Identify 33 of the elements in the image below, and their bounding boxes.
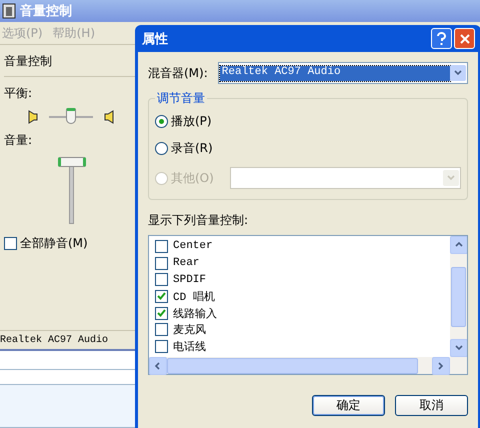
window-title: 音量控制 [20, 2, 72, 20]
radio-option[interactable]: 录音(R) [155, 140, 213, 157]
horizontal-scrollbar[interactable] [149, 357, 467, 374]
control-checkbox[interactable]: SPDIF [155, 271, 444, 288]
chevron-up-icon [455, 241, 463, 249]
chevron-left-icon [154, 362, 162, 370]
speaker-icon [27, 110, 38, 124]
speaker-icon [104, 110, 115, 124]
volume-label: 音量: [4, 132, 34, 149]
help-icon [437, 32, 446, 45]
cancel-button[interactable]: 取消 [395, 395, 468, 416]
control-checkbox[interactable]: CD 唱机 [155, 288, 444, 305]
list-label: 显示下列音量控制: [148, 212, 250, 229]
balance-label: 平衡: [4, 85, 34, 102]
close-icon [460, 34, 470, 44]
radio-option[interactable]: 播放(P) [155, 113, 212, 130]
control-checkbox[interactable]: 线路输入 [155, 304, 444, 322]
close-button[interactable] [454, 28, 475, 49]
chevron-down-icon [455, 344, 463, 352]
group-title: 调节音量 [156, 90, 206, 107]
chevron-right-icon [437, 362, 445, 370]
dialog-title: 属性 [142, 30, 168, 48]
control-checkbox[interactable]: Center [155, 238, 444, 255]
chevron-down-icon [447, 174, 455, 182]
mute-checkbox[interactable]: 全部静音(M) [4, 235, 138, 252]
control-checkbox[interactable]: Rear [155, 254, 444, 272]
mixer-dropdown[interactable]: Realtek AC97 Audio [218, 62, 468, 84]
ok-button[interactable]: 确定 [312, 395, 385, 416]
help-button[interactable] [431, 28, 452, 49]
app-icon [2, 3, 16, 19]
chevron-down-icon [454, 69, 462, 77]
mixer-label: 混音器(M): [148, 64, 208, 82]
vertical-scrollbar[interactable] [450, 236, 467, 357]
